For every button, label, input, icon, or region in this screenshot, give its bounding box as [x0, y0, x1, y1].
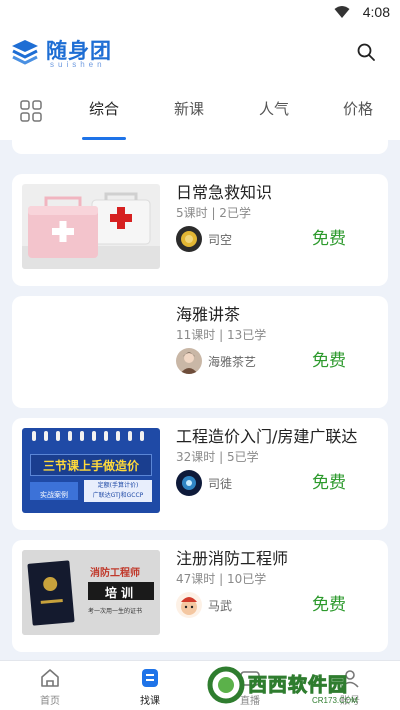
- teacher-name: 马武: [208, 599, 233, 613]
- thumb-headline: 消防工程师: [90, 568, 140, 579]
- thumb-left-tag: 实战案例: [40, 491, 68, 499]
- list-item[interactable]: [12, 140, 388, 154]
- tab-comprehensive[interactable]: 综合: [89, 98, 119, 119]
- thumb-right-line1: 定额(手算计价): [97, 482, 139, 489]
- course-thumbnail-fire-engineer: 消防工程师 培训 考一次用一生的证书: [22, 550, 160, 635]
- grid-menu-icon[interactable]: [20, 100, 42, 122]
- logo-subtext: suishen: [50, 60, 106, 69]
- course-title: 工程造价入门/房建广联达: [176, 427, 358, 446]
- course-card[interactable]: 消防工程师 培训 考一次用一生的证书 注册消防工程师 47课时 | 10已学 马…: [12, 540, 388, 652]
- logo-mark-icon: [12, 40, 38, 65]
- category-tabs: 综合 新课 人气 价格: [0, 82, 400, 140]
- course-meta: 5课时 | 2已学: [176, 206, 251, 220]
- avatar: [176, 226, 202, 252]
- search-icon[interactable]: [356, 42, 376, 62]
- thumb-headline: 三节课上手做造价: [42, 459, 139, 473]
- teacher-name: 海雅茶艺: [208, 355, 257, 369]
- thumb-sub: 考一次用一生的证书: [88, 608, 143, 615]
- avatar: [176, 592, 202, 618]
- nav-label: 首页: [40, 696, 60, 707]
- watermark-brand: 西西软件园: [247, 674, 349, 697]
- avatar: [176, 470, 202, 496]
- teacher-name: 司徒: [208, 477, 233, 491]
- course-title: 注册消防工程师: [176, 549, 289, 568]
- price-label: 免费: [312, 229, 346, 249]
- wifi-icon: [334, 6, 350, 18]
- course-meta: 47课时 | 10已学: [176, 572, 267, 586]
- app-header: 随身团 suishen: [0, 26, 400, 82]
- avatar: [176, 348, 202, 374]
- course-thumbnail-first-aid: [22, 184, 160, 269]
- course-meta: 32课时 | 5已学: [176, 450, 259, 464]
- status-time: 4:08: [362, 4, 390, 20]
- price-label: 免费: [312, 351, 346, 371]
- first-aid-kit-image: [22, 184, 160, 269]
- tab-new-courses[interactable]: 新课: [174, 98, 204, 119]
- book-icon: [142, 669, 158, 687]
- course-card[interactable]: 三节课上手做造价 实战案例 定额(手算计价) 广联达GTJ和GCCP 工程造价入…: [12, 418, 388, 530]
- course-card[interactable]: 海雅讲茶 11课时 | 13已学 海雅茶艺 免费: [12, 296, 388, 408]
- course-title: 海雅讲茶: [176, 305, 241, 324]
- course-meta: 11课时 | 13已学: [176, 328, 267, 342]
- nav-label: 找课: [140, 696, 160, 707]
- price-label: 免费: [312, 595, 346, 615]
- watermark-logo-icon: [207, 666, 245, 704]
- price-label: 免费: [312, 473, 346, 493]
- nav-find-course[interactable]: 找课: [120, 667, 180, 707]
- watermark-url: CR173.COM: [312, 696, 358, 705]
- course-thumbnail-cost-engineering: 三节课上手做造价 实战案例 定额(手算计价) 广联达GTJ和GCCP: [22, 428, 160, 513]
- watermark: 西西软件园 CR173.COM: [200, 660, 400, 710]
- app-logo: 随身团 suishen: [10, 36, 120, 70]
- course-title: 日常急救知识: [176, 183, 273, 202]
- home-icon: [41, 669, 59, 687]
- course-list: 日常急救知识 5课时 | 2已学 司空 免费 海雅讲茶 11课时 | 13已学 …: [0, 140, 400, 660]
- thumb-banner: 培训: [104, 586, 137, 600]
- tab-popularity[interactable]: 人气: [259, 98, 289, 119]
- tab-price[interactable]: 价格: [343, 98, 373, 119]
- status-bar: 4:08: [0, 0, 400, 26]
- course-thumbnail-tea: [22, 306, 160, 391]
- nav-home[interactable]: 首页: [20, 667, 80, 707]
- teacher-name: 司空: [208, 233, 233, 247]
- thumb-right-line2: 广联达GTJ和GCCP: [92, 492, 144, 499]
- binder-rings: [22, 428, 160, 442]
- course-card[interactable]: 日常急救知识 5课时 | 2已学 司空 免费: [12, 174, 388, 286]
